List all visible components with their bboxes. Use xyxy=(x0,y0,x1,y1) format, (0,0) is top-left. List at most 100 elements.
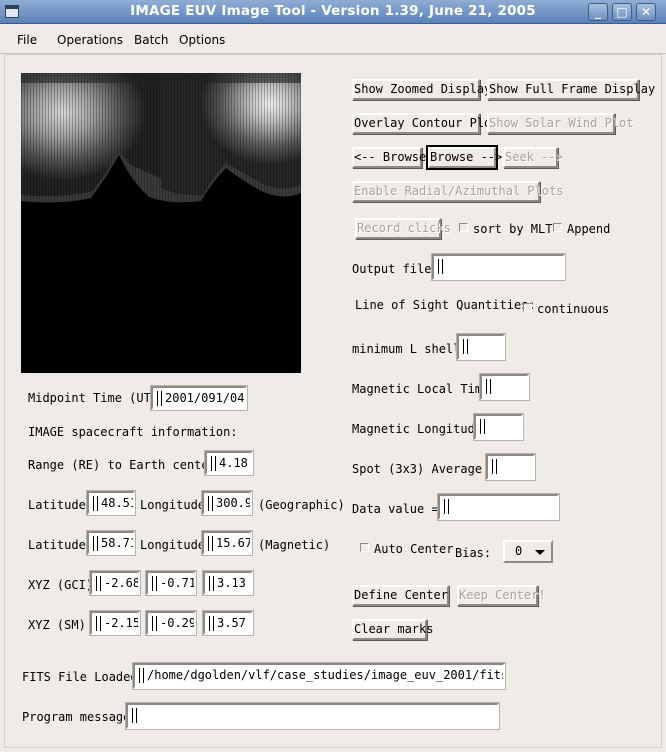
text-cursor-icon xyxy=(486,379,491,394)
sm-label: XYZ (SM) xyxy=(28,618,86,632)
show-full-frame-display-button[interactable]: Show Full Frame Display xyxy=(487,79,655,100)
bias-select[interactable]: 0 xyxy=(503,540,553,563)
fits-file-field[interactable]: /home/dgolden/vlf/case_studies/image_euv… xyxy=(133,663,505,689)
browse-back-button[interactable]: <-- Browse xyxy=(352,147,426,168)
geo-latitude-value: 48.51 xyxy=(101,496,135,510)
geographic-tag: (Geographic) xyxy=(258,498,345,512)
sm-x-field[interactable]: -2.15 xyxy=(90,611,140,635)
geo-latitude-field[interactable]: 48.51 xyxy=(87,491,135,515)
mlt-field[interactable] xyxy=(480,374,529,400)
show-solar-wind-plot-button[interactable]: Show Solar Wind Plot xyxy=(487,113,634,134)
append-checkbox[interactable] xyxy=(553,223,562,232)
text-cursor-icon xyxy=(438,259,443,274)
sm-y-value: -0.29 xyxy=(160,616,196,630)
close-button[interactable]: ✕ xyxy=(636,3,656,21)
mlt-label: Magnetic Local Time: xyxy=(352,382,497,396)
spot-average-label: Spot (3x3) Average = xyxy=(352,462,497,476)
enable-radial-azimuthal-plots-button[interactable]: Enable Radial/Azimuthal Plots xyxy=(352,181,564,202)
text-cursor-icon xyxy=(132,708,137,723)
geo-latitude-label: Latitude xyxy=(28,498,86,512)
browse-forward-button[interactable]: Browse --> xyxy=(428,147,502,168)
text-cursor-icon xyxy=(96,616,101,631)
gci-y-field[interactable]: -0.71 xyxy=(146,571,196,595)
range-field[interactable]: 4.18 xyxy=(205,451,253,475)
fits-file-value: /home/dgolden/vlf/case_studies/image_euv… xyxy=(147,668,503,682)
continuous-label: continuous xyxy=(537,302,610,316)
menu-operations[interactable]: Operations xyxy=(57,33,123,47)
seek-button[interactable]: Seek --> xyxy=(503,147,563,168)
sort-by-mlt-label: sort by MLT xyxy=(473,222,553,236)
text-cursor-icon xyxy=(209,616,214,631)
magnetic-tag: (Magnetic) xyxy=(258,538,331,552)
gci-x-field[interactable]: -2.68 xyxy=(90,571,140,595)
gci-z-field[interactable]: 3.13 xyxy=(203,571,253,595)
window-title: IMAGE EUV Image Tool - Version 1.39, Jun… xyxy=(130,3,536,19)
auto-center-checkbox[interactable] xyxy=(360,543,369,552)
sm-x-value: -2.15 xyxy=(104,616,140,630)
mag-longitude-field[interactable]: 15.67 xyxy=(202,531,252,555)
sort-by-mlt-checkbox[interactable] xyxy=(459,223,468,232)
gci-z-value: 3.13 xyxy=(217,576,246,590)
sm-y-field[interactable]: -0.29 xyxy=(146,611,196,635)
text-cursor-icon xyxy=(209,576,214,591)
text-cursor-icon xyxy=(208,496,213,511)
text-cursor-icon xyxy=(93,536,98,551)
menu-batch[interactable]: Batch xyxy=(134,33,169,47)
data-value-label: Data value = xyxy=(352,502,439,516)
maximize-button[interactable]: □ xyxy=(612,3,632,21)
geo-longitude-label: Longitude xyxy=(140,498,206,512)
spacecraft-info-label: IMAGE spacecraft information: xyxy=(28,425,238,439)
output-file-field[interactable] xyxy=(432,254,565,280)
output-file-label: Output file: xyxy=(352,262,439,276)
euv-image[interactable] xyxy=(21,73,301,373)
midpoint-time-field[interactable]: 2001/091/04:16 xyxy=(151,386,247,410)
text-cursor-icon xyxy=(208,536,213,551)
menu-bar: File Operations Batch Options xyxy=(0,24,666,54)
text-cursor-icon xyxy=(463,339,468,354)
text-cursor-icon xyxy=(139,668,144,683)
gci-label: XYZ (GCI) xyxy=(28,578,94,592)
record-clicks-button[interactable]: Record clicks xyxy=(355,218,451,239)
bias-value: 0 xyxy=(515,544,523,558)
program-message-label: Program message: xyxy=(22,710,138,724)
keep-center-button[interactable]: Keep Center! xyxy=(457,585,546,606)
clear-marks-button[interactable]: Clear marks xyxy=(352,619,433,640)
text-cursor-icon xyxy=(444,499,449,514)
min-l-shell-field[interactable] xyxy=(457,334,505,360)
title-bar[interactable]: IMAGE EUV Image Tool - Version 1.39, Jun… xyxy=(0,0,666,24)
text-cursor-icon xyxy=(211,456,216,471)
spot-average-field[interactable] xyxy=(486,454,535,480)
text-cursor-icon xyxy=(492,459,497,474)
gci-x-value: -2.68 xyxy=(104,576,140,590)
menu-file[interactable]: File xyxy=(17,33,37,47)
text-cursor-icon xyxy=(152,616,157,631)
line-of-sight-label: Line of Sight Quantities: xyxy=(355,298,536,312)
define-center-button[interactable]: Define Center xyxy=(352,585,449,606)
text-cursor-icon xyxy=(93,496,98,511)
text-cursor-icon xyxy=(96,576,101,591)
geo-longitude-value: 300.92 xyxy=(216,496,252,510)
mag-latitude-label: Latitude xyxy=(28,538,86,552)
program-message-field[interactable] xyxy=(126,703,499,729)
sm-z-field[interactable]: 3.57 xyxy=(203,611,253,635)
sm-z-value: 3.57 xyxy=(217,616,246,630)
min-l-shell-label: minimum L shell: xyxy=(352,342,468,356)
dropdown-arrow-icon xyxy=(535,550,545,555)
gci-y-value: -0.71 xyxy=(160,576,196,590)
mag-longitude-label: Longitude xyxy=(140,538,206,552)
data-value-field[interactable] xyxy=(438,494,559,520)
midpoint-time-value: 2001/091/04:16 xyxy=(165,391,245,405)
euv-image-graphic xyxy=(21,73,301,373)
menu-options[interactable]: Options xyxy=(179,33,225,47)
geo-longitude-field[interactable]: 300.92 xyxy=(202,491,252,515)
mag-longitude-label-right: Magnetic Longitude: xyxy=(352,422,490,436)
show-zoomed-display-button[interactable]: Show Zoomed Display xyxy=(352,79,491,100)
text-cursor-icon xyxy=(152,576,157,591)
fits-file-label: FITS File Loaded: xyxy=(22,670,145,684)
overlay-contour-plot-button[interactable]: Overlay Contour Plot xyxy=(352,113,499,134)
mag-longitude-field-right[interactable] xyxy=(474,414,523,440)
minimize-button[interactable]: _ xyxy=(588,3,608,21)
mag-latitude-field[interactable]: 58.71 xyxy=(87,531,135,555)
continuous-checkbox[interactable] xyxy=(523,303,532,312)
mag-latitude-value: 58.71 xyxy=(101,536,135,550)
